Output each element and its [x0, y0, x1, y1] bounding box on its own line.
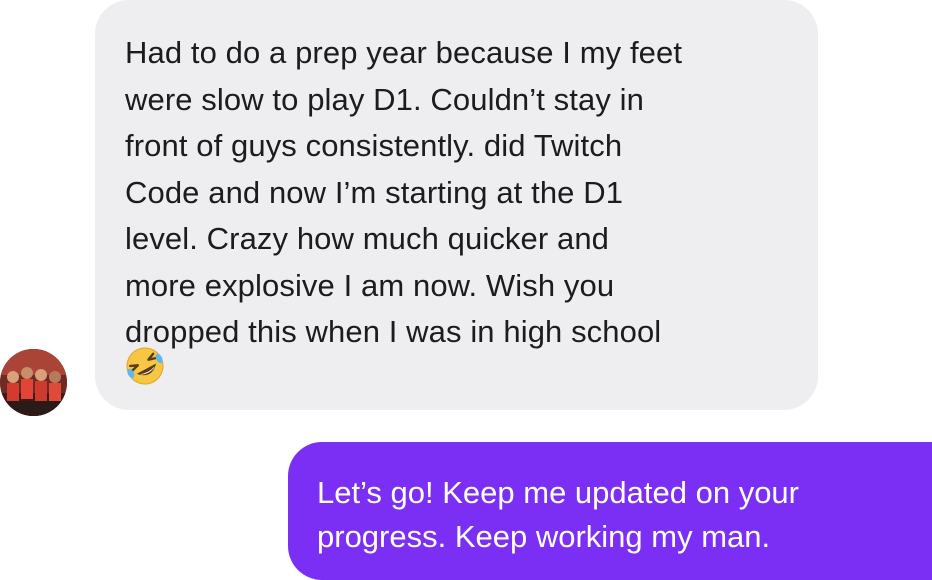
- outgoing-message-text: Let’s go! Keep me updated on your progre…: [317, 475, 799, 554]
- outgoing-message-bubble[interactable]: Let’s go! Keep me updated on your progre…: [288, 442, 932, 580]
- rolling-on-the-floor-laughing-emoji-icon: [126, 347, 164, 385]
- incoming-message-bubble[interactable]: Had to do a prep year because I my feet …: [95, 0, 818, 410]
- incoming-message-text: Had to do a prep year because I my feet …: [125, 35, 683, 349]
- message-thread: Had to do a prep year because I my feet …: [0, 0, 932, 580]
- group-photo-avatar-icon: [0, 349, 67, 416]
- sender-avatar[interactable]: [0, 349, 67, 416]
